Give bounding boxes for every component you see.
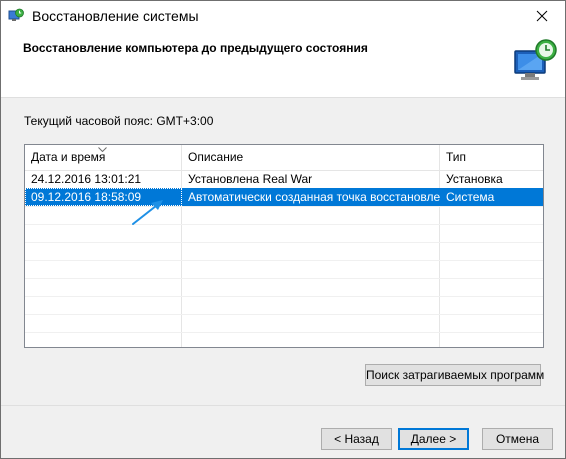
table-row-selected[interactable]: 09.12.2016 18:58:09 Автоматически создан… bbox=[25, 188, 543, 206]
row-type: Установка bbox=[446, 172, 503, 186]
row-gridline bbox=[25, 296, 543, 297]
page-title: Восстановление компьютера до предыдущего… bbox=[23, 41, 368, 55]
row-gridline bbox=[25, 206, 543, 207]
row-gridline bbox=[25, 260, 543, 261]
wizard-footer: < Назад Далее > Отмена bbox=[1, 405, 565, 458]
row-gridline bbox=[25, 278, 543, 279]
cancel-button[interactable]: Отмена bbox=[482, 428, 553, 450]
back-button[interactable]: < Назад bbox=[321, 428, 392, 450]
column-header-date-label: Дата и время bbox=[31, 150, 106, 164]
close-button[interactable] bbox=[519, 1, 565, 31]
row-type: Система bbox=[446, 190, 495, 204]
window-title: Восстановление системы bbox=[32, 8, 199, 24]
system-restore-monitor-icon bbox=[514, 39, 557, 80]
column-header-type[interactable]: Тип bbox=[440, 145, 543, 170]
list-header: Дата и время Описание Тип bbox=[25, 145, 543, 171]
row-gridline bbox=[25, 332, 543, 333]
row-gridline bbox=[25, 314, 543, 315]
table-row[interactable]: 24.12.2016 13:01:21 Установлена Real War… bbox=[25, 170, 543, 188]
column-header-type-label: Тип bbox=[446, 150, 467, 164]
system-restore-icon bbox=[8, 8, 24, 21]
title-bar: Восстановление системы bbox=[1, 1, 565, 31]
sort-descending-icon bbox=[98, 147, 107, 152]
close-icon bbox=[536, 10, 548, 22]
column-header-date[interactable]: Дата и время bbox=[25, 145, 182, 170]
search-affected-programs-button[interactable]: Поиск затрагиваемых программ bbox=[365, 364, 544, 386]
annotation-arrow-icon bbox=[132, 200, 163, 225]
restore-points-list[interactable]: Дата и время Описание Тип 24.12.2016 13:… bbox=[24, 144, 544, 348]
wizard-header: Восстановление компьютера до предыдущего… bbox=[1, 31, 565, 97]
row-gridline bbox=[25, 224, 543, 225]
row-description: Установлена Real War bbox=[188, 172, 313, 186]
row-gridline bbox=[25, 242, 543, 243]
system-restore-window: Восстановление системы Восстановление ко… bbox=[0, 0, 566, 459]
row-description: Автоматически созданная точка восстановл… bbox=[188, 190, 440, 204]
next-button[interactable]: Далее > bbox=[398, 428, 469, 450]
column-header-description[interactable]: Описание bbox=[182, 145, 440, 170]
timezone-label: Текущий часовой пояс: GMT+3:00 bbox=[24, 114, 214, 128]
row-date: 24.12.2016 13:01:21 bbox=[31, 172, 142, 186]
content-area: Текущий часовой пояс: GMT+3:00 Дата и вр… bbox=[1, 98, 565, 405]
column-header-description-label: Описание bbox=[188, 150, 244, 164]
